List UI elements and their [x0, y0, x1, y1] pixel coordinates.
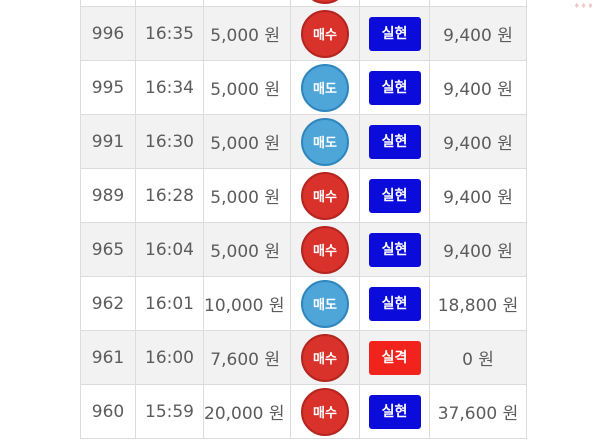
trade-number-cell: 965: [80, 222, 136, 277]
corner-watermark: ♦♦♦: [573, 2, 594, 10]
trade-history-page: ♦♦♦ 매수실현99616:355,000 원매수실현9,400 원99516:…: [0, 0, 600, 441]
trade-payout-cell: 9,400 원: [429, 168, 527, 223]
table-row: 965 16:04 5,000 원 매수 실현 9,400 원: [80, 222, 527, 277]
trade-side-cell: 매수: [290, 330, 360, 385]
trade-payout-cell: 18,800 원: [429, 276, 527, 331]
trade-side-cell: 매도: [290, 60, 360, 115]
trade-result-badge: 실격: [368, 340, 421, 375]
trade-result-cell: 실현: [359, 60, 430, 115]
table-row: 960 15:59 20,000 원 매수 실현 37,600 원: [80, 384, 527, 439]
trade-side-badge: 매도: [301, 63, 349, 112]
trade-amount-cell: 5,000 원: [203, 60, 291, 115]
trade-number-cell: 991: [80, 114, 136, 169]
trade-amount-cell: 20,000 원: [203, 384, 291, 439]
trade-side-badge: 매수: [301, 387, 349, 436]
trade-time-cell: 16:30: [135, 114, 204, 169]
trade-result-badge: 실현: [368, 16, 421, 51]
trade-amount-cell: 10,000 원: [203, 276, 291, 331]
trade-payout-cell: 9,400 원: [429, 222, 527, 277]
trade-result-cell: 실현: [359, 276, 430, 331]
trade-number-cell: 996: [80, 6, 136, 61]
trade-amount-cell: 5,000 원: [203, 168, 291, 223]
trade-side-cell: 매수: [290, 168, 360, 223]
trade-side-badge: 매수: [301, 9, 349, 58]
trade-result-badge: 실현: [368, 124, 421, 159]
trade-result-badge: 실현: [368, 178, 421, 213]
trade-result-badge: 실현: [368, 232, 421, 267]
trade-number-cell: 995: [80, 60, 136, 115]
trade-side-badge: 매수: [301, 171, 349, 220]
trade-number-cell: 961: [80, 330, 136, 385]
trade-side-cell: 매수: [290, 384, 360, 439]
trade-result-cell: 실현: [359, 222, 430, 277]
trade-result-badge: 실현: [368, 286, 421, 321]
trade-amount-cell: 5,000 원: [203, 222, 291, 277]
trade-number-cell: 989: [80, 168, 136, 223]
trade-result-cell: 실현: [359, 384, 430, 439]
trade-result-badge: 실현: [368, 394, 421, 429]
table-row: 962 16:01 10,000 원 매도 실현 18,800 원: [80, 276, 527, 331]
table-row: 989 16:28 5,000 원 매수 실현 9,400 원: [80, 168, 527, 223]
trade-time-cell: 15:59: [135, 384, 204, 439]
table-row: 961 16:00 7,600 원 매수 실격 0 원: [80, 330, 527, 385]
trade-side-badge: 매수: [301, 0, 349, 4]
trade-time-cell: 16:35: [135, 6, 204, 61]
trade-payout-cell: 0 원: [429, 330, 527, 385]
trade-amount-cell: 7,600 원: [203, 330, 291, 385]
trade-time-cell: 16:28: [135, 168, 204, 223]
trade-side-cell: 매도: [290, 276, 360, 331]
table-row: 991 16:30 5,000 원 매도 실현 9,400 원: [80, 114, 527, 169]
trade-time-cell: 16:01: [135, 276, 204, 331]
trade-side-cell: 매수: [290, 222, 360, 277]
trade-result-cell: 실격: [359, 330, 430, 385]
trade-side-badge: 매도: [301, 117, 349, 166]
trade-amount-cell: 5,000 원: [203, 6, 291, 61]
trade-time-cell: 16:00: [135, 330, 204, 385]
trade-payout-cell: 9,400 원: [429, 60, 527, 115]
trade-side-cell: 매수: [290, 6, 360, 61]
trade-time-cell: 16:34: [135, 60, 204, 115]
trade-result-cell: 실현: [359, 6, 430, 61]
trade-payout-cell: 9,400 원: [429, 6, 527, 61]
trade-amount-cell: 5,000 원: [203, 114, 291, 169]
trade-side-badge: 매수: [301, 333, 349, 382]
table-row: 995 16:34 5,000 원 매도 실현 9,400 원: [80, 60, 527, 115]
trade-side-badge: 매수: [301, 225, 349, 274]
trade-payout-cell: 9,400 원: [429, 114, 527, 169]
table-row: 996 16:35 5,000 원 매수 실현 9,400 원: [80, 6, 527, 61]
trade-side-badge: 매도: [301, 279, 349, 328]
trade-result-cell: 실현: [359, 168, 430, 223]
trade-number-cell: 962: [80, 276, 136, 331]
trade-side-cell: 매도: [290, 114, 360, 169]
trade-payout-cell: 37,600 원: [429, 384, 527, 439]
trade-time-cell: 16:04: [135, 222, 204, 277]
trade-number-cell: 960: [80, 384, 136, 439]
trade-table-body: 매수실현99616:355,000 원매수실현9,400 원99516:345,…: [80, 0, 527, 439]
trade-result-badge: 실현: [368, 70, 421, 105]
trade-history-table: 매수실현99616:355,000 원매수실현9,400 원99516:345,…: [80, 0, 527, 439]
trade-result-cell: 실현: [359, 114, 430, 169]
